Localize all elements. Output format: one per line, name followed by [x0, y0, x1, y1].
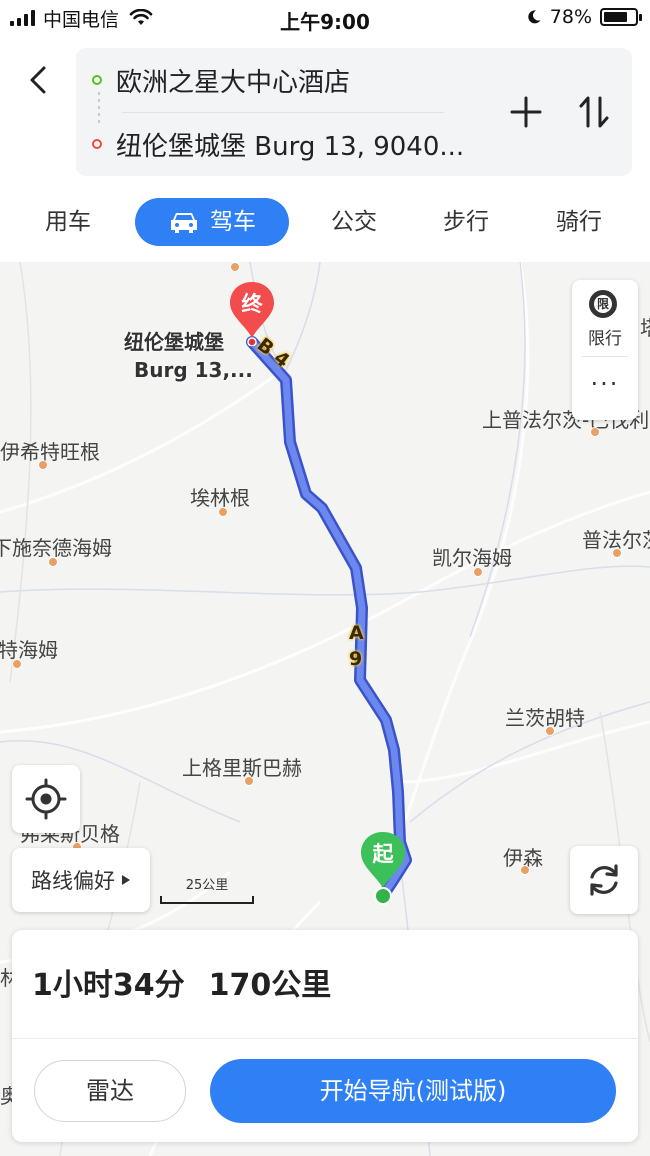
place-dot: [12, 659, 22, 669]
more-button[interactable]: ···: [572, 372, 638, 396]
start-navigation-button[interactable]: 开始导航(测试版): [210, 1059, 616, 1123]
place-label: 上格里斯巴赫: [182, 756, 302, 780]
place-dot: [48, 557, 58, 567]
place-dot: [545, 726, 555, 736]
start-marker-text: 起: [372, 842, 394, 866]
route-summary-card[interactable]: 1小时34分 170公里 雷达 开始导航(测试版): [12, 930, 638, 1142]
destination-text: 纽伦堡城堡 Burg 13, 9040...: [116, 131, 465, 162]
address-box: 欧洲之星大中心酒店 纽伦堡城堡 Burg 13, 9040...: [76, 48, 632, 176]
route-header: 欧洲之星大中心酒店 纽伦堡城堡 Burg 13, 9040... 用车 驾车 公…: [0, 36, 650, 262]
limit-icon-text: 限: [594, 295, 612, 313]
place-dot: [230, 262, 240, 272]
destination-field[interactable]: 纽伦堡城堡 Burg 13, 9040...: [76, 112, 496, 176]
route-preference-label: 路线偏好: [31, 869, 115, 893]
map-tools-panel: 限 限行 ···: [572, 280, 638, 420]
place-label: 兰茨胡特: [505, 706, 585, 730]
radar-button[interactable]: 雷达: [34, 1060, 186, 1122]
moon-icon: [528, 10, 541, 24]
traffic-limit-icon[interactable]: 限: [589, 290, 617, 318]
car-icon: [171, 213, 197, 233]
place-dot: [38, 460, 48, 470]
scale-bar: [160, 896, 254, 904]
panel-divider: [582, 356, 628, 357]
road-label-a9-a: A: [349, 622, 364, 644]
locate-icon: [25, 778, 67, 820]
destination-dot-icon: [92, 139, 102, 149]
add-waypoint-icon[interactable]: [508, 94, 544, 130]
tab-walk[interactable]: 步行: [418, 198, 514, 246]
tab-bike[interactable]: 骑行: [531, 198, 627, 246]
place-label: 特海姆: [0, 638, 58, 662]
place-label: 塔: [640, 312, 650, 341]
battery-group: 78%: [526, 6, 642, 28]
origin-dot-icon: [92, 75, 102, 85]
tab-drive[interactable]: 驾车: [135, 198, 289, 246]
destination-label-name: 纽伦堡城堡: [124, 330, 224, 354]
route-summary: 1小时34分 170公里: [32, 960, 331, 1004]
route-preference-button[interactable]: 路线偏好: [12, 848, 150, 912]
transport-tabs: 用车 驾车 公交 步行 骑行: [0, 194, 650, 250]
place-label: 凯尔海姆: [432, 546, 512, 570]
place-dot: [590, 427, 600, 437]
place-dot: [218, 507, 228, 517]
scale-label: 25公里: [185, 878, 229, 893]
refresh-icon: [590, 864, 618, 896]
traffic-limit-button[interactable]: 限行: [572, 324, 638, 349]
refresh-button[interactable]: [570, 846, 638, 914]
place-dot: [612, 548, 622, 558]
locate-button[interactable]: [12, 765, 80, 833]
origin-text: 欧洲之星大中心酒店: [116, 67, 351, 98]
tab-taxi[interactable]: 用车: [20, 198, 116, 246]
battery-percent: 78%: [549, 6, 592, 28]
status-bar: 中国电信 上午9:00 78%: [0, 0, 650, 36]
battery-icon: [600, 8, 642, 26]
origin-field[interactable]: 欧洲之星大中心酒店: [76, 48, 496, 112]
road-label-a9-b: 9: [349, 648, 363, 670]
swap-icon[interactable]: [574, 92, 614, 132]
place-dot: [473, 567, 483, 577]
battery-fill: [604, 12, 627, 22]
route-distance: 170公里: [208, 968, 332, 1003]
start-marker[interactable]: 起: [358, 830, 408, 908]
place-dot: [244, 776, 254, 786]
card-divider: [12, 1038, 638, 1039]
end-marker-text: 终: [241, 292, 263, 316]
destination-label: 纽伦堡城堡 Burg 13,...: [124, 328, 253, 384]
play-triangle-icon: [122, 875, 130, 885]
tab-drive-label: 驾车: [210, 209, 256, 235]
back-icon[interactable]: [22, 62, 58, 98]
place-dot: [520, 865, 530, 875]
route-line: [246, 336, 412, 900]
destination-label-address: Burg 13,...: [134, 358, 253, 382]
place-label: 下施奈德海姆: [0, 536, 112, 560]
tab-transit[interactable]: 公交: [306, 198, 402, 246]
place-label: 伊希特旺根: [0, 440, 100, 464]
route-duration: 1小时34分: [32, 968, 185, 1003]
